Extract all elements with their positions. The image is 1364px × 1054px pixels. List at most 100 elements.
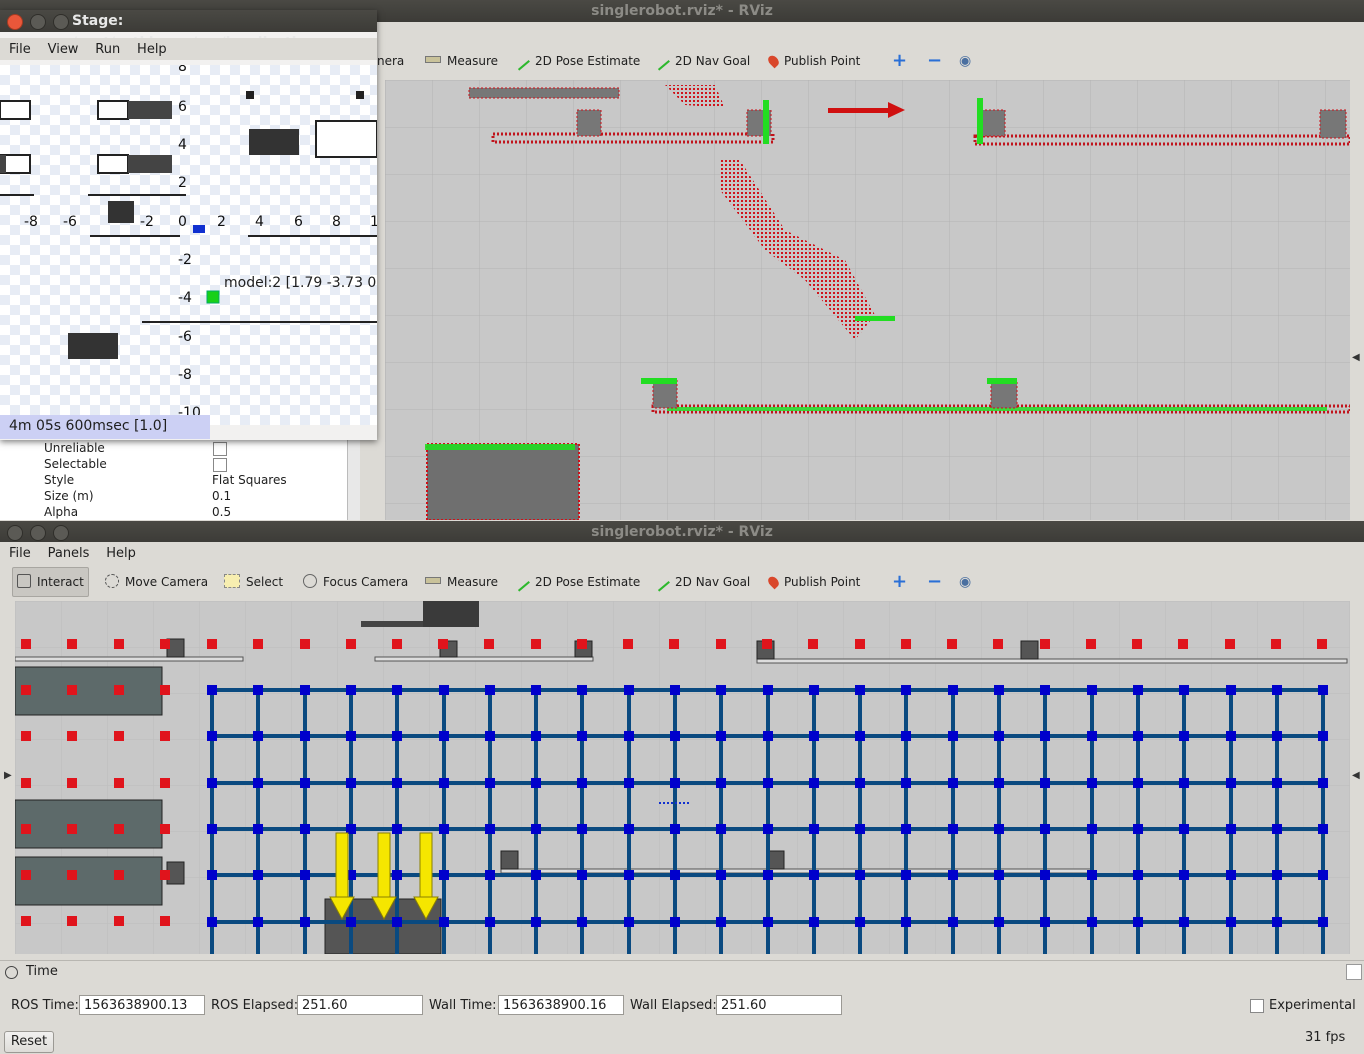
- grid-node: [439, 731, 449, 741]
- wall: [15, 656, 244, 662]
- wall-elapsed-field[interactable]: 251.60: [716, 995, 842, 1015]
- green-arrow-icon: [514, 576, 530, 592]
- grid-node: [253, 870, 263, 880]
- eye-icon[interactable]: ◉: [959, 572, 971, 592]
- grid-node: [624, 685, 634, 695]
- stage-world-svg: [0, 91, 377, 359]
- menu-help[interactable]: Help: [137, 42, 167, 57]
- bottom-toolbar: Interact Move Camera Select Focus Camera…: [0, 564, 1364, 600]
- pose-estimate-tool[interactable]: 2D Pose Estimate: [514, 51, 640, 71]
- pose-estimate-tool[interactable]: 2D Pose Estimate: [514, 572, 640, 592]
- property-scrollbar[interactable]: [347, 440, 360, 520]
- close-icon[interactable]: [7, 14, 23, 30]
- green-arrow-icon: [654, 576, 670, 592]
- grid-node: [855, 917, 865, 927]
- grid-node: [392, 917, 402, 927]
- top-render-view[interactable]: [385, 80, 1350, 520]
- grid-node: [1087, 731, 1097, 741]
- grid-node: [809, 685, 819, 695]
- interact-tool[interactable]: Interact: [12, 567, 89, 597]
- maximize-icon[interactable]: [53, 525, 69, 541]
- tool-label: Select: [246, 575, 284, 589]
- grid-node: [1040, 778, 1050, 788]
- time-panel: Time ROS Time: 1563638900.13 ROS Elapsed…: [0, 960, 1364, 1054]
- ros-elapsed-field[interactable]: 251.60: [297, 995, 423, 1015]
- grid-node: [1272, 778, 1282, 788]
- crate: [68, 333, 118, 359]
- occupied-cell: [1132, 639, 1142, 649]
- occupied-cell: [21, 731, 31, 741]
- grid-node: [1087, 917, 1097, 927]
- reset-button[interactable]: Reset: [4, 1031, 54, 1053]
- grid-node: [1040, 870, 1050, 880]
- measure-tool[interactable]: Measure: [425, 572, 498, 592]
- menu-panels[interactable]: Panels: [48, 546, 90, 561]
- menu-run[interactable]: Run: [95, 42, 120, 57]
- tool-label: nera: [377, 54, 405, 68]
- prop-value-style[interactable]: Flat Squares: [212, 473, 287, 487]
- minimize-icon[interactable]: [30, 525, 46, 541]
- green-arrow-icon: [514, 55, 530, 71]
- laser-hit: [977, 98, 983, 144]
- top-view-collapse-arrow[interactable]: ◀: [1352, 352, 1360, 363]
- occupied-cell: [67, 731, 77, 741]
- focus-camera-tool[interactable]: Focus Camera: [303, 572, 408, 592]
- box: [1319, 109, 1347, 139]
- grid-node: [392, 731, 402, 741]
- map-pin-icon: [766, 53, 781, 69]
- close-icon[interactable]: [7, 525, 23, 541]
- left-collapse-arrow[interactable]: ▶: [4, 770, 12, 781]
- grid-node: [1087, 685, 1097, 695]
- menu-file[interactable]: File: [9, 42, 31, 57]
- remove-tool-button[interactable]: −: [927, 572, 942, 592]
- stage-canvas[interactable]: 8 6 4 2 0 -2 -4 -6 -8 -10 -8 -6 -2 2 4 6…: [0, 65, 377, 425]
- grid-node: [1318, 824, 1328, 834]
- grid-node: [948, 824, 958, 834]
- measure-tool[interactable]: Measure: [425, 51, 498, 71]
- menu-help[interactable]: Help: [106, 546, 136, 561]
- marker: [246, 91, 254, 99]
- grid-node: [300, 731, 310, 741]
- grid-node: [439, 870, 449, 880]
- select-icon: [224, 574, 240, 588]
- experimental-checkbox[interactable]: [1250, 999, 1264, 1013]
- menu-view[interactable]: View: [48, 42, 79, 57]
- wall-time-field[interactable]: 1563638900.16: [498, 995, 624, 1015]
- menu-file[interactable]: File: [9, 546, 31, 561]
- select-tool[interactable]: Select: [224, 572, 283, 592]
- remove-tool-button[interactable]: −: [927, 51, 942, 71]
- nav-goal-tool[interactable]: 2D Nav Goal: [654, 572, 750, 592]
- prop-value-alpha[interactable]: 0.5: [212, 505, 231, 519]
- occupied-cell: [346, 639, 356, 649]
- shelf: [15, 799, 163, 849]
- occupied-cell: [114, 731, 124, 741]
- grid-node: [763, 731, 773, 741]
- grid-node: [531, 731, 541, 741]
- occupied-cell: [114, 778, 124, 788]
- maximize-icon[interactable]: [53, 14, 69, 30]
- grid-node: [1087, 824, 1097, 834]
- selectable-checkbox[interactable]: [213, 458, 227, 472]
- minimize-icon[interactable]: [30, 14, 46, 30]
- move-camera-tool-partial[interactable]: nera: [377, 51, 404, 71]
- publish-point-tool[interactable]: Publish Point: [766, 51, 860, 71]
- move-camera-tool[interactable]: Move Camera: [105, 572, 208, 592]
- right-collapse-arrow[interactable]: ◀: [1352, 770, 1360, 781]
- grid-node: [763, 824, 773, 834]
- add-tool-button[interactable]: +: [892, 51, 907, 71]
- nav-goal-tool[interactable]: 2D Nav Goal: [654, 51, 750, 71]
- bottom-render-view[interactable]: [15, 601, 1350, 954]
- ros-time-field[interactable]: 1563638900.13: [79, 995, 205, 1015]
- grid-node: [901, 685, 911, 695]
- tool-label: Interact: [37, 575, 84, 589]
- publish-point-tool[interactable]: Publish Point: [766, 572, 860, 592]
- occupied-cell: [67, 639, 77, 649]
- occupied-cell: [21, 870, 31, 880]
- unreliable-checkbox[interactable]: [213, 442, 227, 456]
- grid-node: [670, 824, 680, 834]
- grid-node: [485, 731, 495, 741]
- prop-value-size[interactable]: 0.1: [212, 489, 231, 503]
- time-panel-float-button[interactable]: [1346, 964, 1362, 980]
- add-tool-button[interactable]: +: [892, 572, 907, 592]
- eye-icon[interactable]: ◉: [959, 51, 971, 71]
